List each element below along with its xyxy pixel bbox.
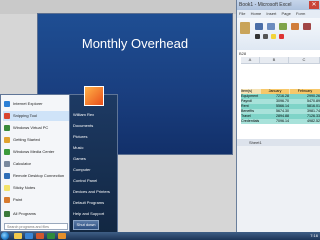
ribbon-tab-page[interactable]: Page xyxy=(280,11,293,16)
styles-icon[interactable] xyxy=(291,23,299,30)
menu-item-label: Getting Started xyxy=(13,137,40,142)
taskbar-explorer-icon[interactable] xyxy=(14,233,22,239)
menu-item-label: Remote Desktop Connection xyxy=(13,173,65,178)
calculator-icon xyxy=(4,161,10,167)
start-search-input[interactable]: Search programs and files xyxy=(4,223,68,230)
menu-item-help-support[interactable]: Help and Support xyxy=(73,208,117,219)
paint-icon xyxy=(4,197,10,203)
menu-item-internet-explorer[interactable]: Internet Explorer xyxy=(3,99,69,109)
start-menu: Internet Explorer Snipping Tool Windows … xyxy=(0,86,118,232)
ribbon-tab-home[interactable]: Home xyxy=(249,11,264,16)
taskbar-media-icon[interactable] xyxy=(58,233,66,239)
column-header-c[interactable]: C xyxy=(289,57,320,64)
fill-color-icon[interactable] xyxy=(271,34,276,39)
user-picture-icon[interactable] xyxy=(84,86,104,106)
start-menu-programs-pane: Internet Explorer Snipping Tool Windows … xyxy=(0,94,70,232)
sheet-tab-sheet1[interactable]: Sheet1 xyxy=(237,140,262,145)
menu-item-getting-started[interactable]: Getting Started xyxy=(3,135,69,145)
paste-icon[interactable] xyxy=(240,22,250,34)
menu-item-computer[interactable]: Computer xyxy=(73,164,117,175)
menu-item-paint[interactable]: Paint xyxy=(3,195,69,205)
menu-item-label: Sticky Notes xyxy=(13,185,36,190)
ribbon-tab-file[interactable]: File xyxy=(237,11,247,16)
number-format-icon[interactable] xyxy=(279,23,287,30)
excel-title: Book1 - Microsoft Excel xyxy=(239,2,292,8)
taskbar: 7:16 xyxy=(0,232,320,240)
excel-title-bar: Book1 - Microsoft Excel ✕ xyxy=(237,0,320,10)
virtual-pc-icon xyxy=(4,125,10,131)
menu-item-remote-desktop[interactable]: Remote Desktop Connection xyxy=(3,171,69,181)
slide-title: Monthly Overhead xyxy=(81,36,189,51)
menu-item-user[interactable]: William Rex xyxy=(73,109,117,120)
font-color-icon[interactable] xyxy=(279,34,284,39)
ribbon-tabs: File Home Insert Page Form xyxy=(237,10,320,18)
shutdown-button[interactable]: Shut down xyxy=(73,220,99,230)
menu-item-pictures[interactable]: Pictures xyxy=(73,131,117,142)
taskbar-excel-icon[interactable] xyxy=(47,233,55,239)
column-header-a[interactable]: A xyxy=(241,57,260,64)
table-cell[interactable]: 4982.52 xyxy=(290,119,320,124)
table-cell[interactable]: 7096.14 xyxy=(261,119,289,124)
taskbar-ie-icon[interactable] xyxy=(25,233,33,239)
bold-icon[interactable] xyxy=(255,34,260,39)
sticky-notes-icon xyxy=(4,185,10,191)
menu-item-all-programs[interactable]: All Programs xyxy=(3,209,69,219)
menu-item-label: Paint xyxy=(13,197,23,202)
menu-item-label: Calculator xyxy=(13,161,32,166)
menu-item-sticky-notes[interactable]: Sticky Notes xyxy=(3,183,69,193)
scissors-icon xyxy=(4,113,10,119)
taskbar-powerpoint-icon[interactable] xyxy=(36,233,44,239)
align-icon[interactable] xyxy=(267,23,275,30)
menu-item-windows-media-center[interactable]: Windows Media Center xyxy=(3,147,69,157)
menu-item-documents[interactable]: Documents xyxy=(73,120,117,131)
media-center-icon xyxy=(4,149,10,155)
ribbon-tab-form[interactable]: Form xyxy=(294,11,307,16)
menu-item-label: Windows Virtual PC xyxy=(13,125,49,130)
getting-started-icon xyxy=(4,137,10,143)
all-programs-label: All Programs xyxy=(13,211,36,216)
sheet-tabs: Sheet1 xyxy=(237,139,320,146)
menu-item-calculator[interactable]: Calculator xyxy=(3,159,69,169)
start-button-icon[interactable] xyxy=(1,232,9,240)
excel-empty-area xyxy=(237,146,320,232)
excel-ribbon xyxy=(237,18,320,51)
arrow-right-icon xyxy=(4,211,10,217)
excel-window: Book1 - Microsoft Excel ✕ File Home Inse… xyxy=(236,0,320,232)
table-row: Credentials 7096.14 4982.52 xyxy=(241,119,320,124)
cells-icon[interactable] xyxy=(303,23,311,30)
internet-explorer-icon xyxy=(4,101,10,107)
spreadsheet-grid[interactable]: A B C Item(s) January February Equipment… xyxy=(237,57,320,139)
table-cell[interactable]: Credentials xyxy=(241,119,260,124)
menu-item-label: Windows Media Center xyxy=(13,149,55,154)
menu-item-games[interactable]: Games xyxy=(73,153,117,164)
menu-item-label: Snipping Tool xyxy=(13,113,37,118)
menu-item-windows-virtual-pc[interactable]: Windows Virtual PC xyxy=(3,123,69,133)
italic-icon[interactable] xyxy=(263,34,268,39)
remote-desktop-icon xyxy=(4,173,10,179)
close-icon[interactable]: ✕ xyxy=(309,1,319,9)
menu-item-devices-printers[interactable]: Devices and Printers xyxy=(73,186,117,197)
start-menu-places-pane: William Rex Documents Pictures Music Gam… xyxy=(70,86,118,232)
menu-item-label: Internet Explorer xyxy=(13,101,43,106)
menu-item-music[interactable]: Music xyxy=(73,142,117,153)
menu-item-snipping-tool[interactable]: Snipping Tool xyxy=(3,111,69,121)
name-box[interactable]: B28 xyxy=(237,51,246,56)
menu-item-default-programs[interactable]: Default Programs xyxy=(73,197,117,208)
menu-item-control-panel[interactable]: Control Panel xyxy=(73,175,117,186)
clock[interactable]: 7:16 xyxy=(310,232,318,240)
slide-toolbar-area xyxy=(0,0,236,14)
column-header-b[interactable]: B xyxy=(260,57,289,64)
ribbon-tab-insert[interactable]: Insert xyxy=(264,11,278,16)
font-icon[interactable] xyxy=(255,23,263,30)
